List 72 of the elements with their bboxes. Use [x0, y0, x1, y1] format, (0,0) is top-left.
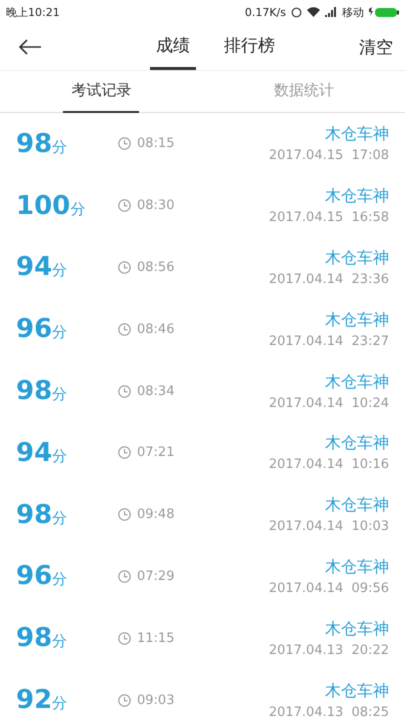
user-name: 木仓车神 [325, 433, 389, 454]
score-value: 98 [16, 623, 52, 654]
clock-icon [118, 199, 131, 212]
score-value: 98 [16, 128, 52, 159]
score-value: 94 [16, 438, 52, 468]
score-unit: 分 [52, 694, 68, 714]
clock-icon [118, 694, 131, 707]
status-time: 晚上10:21 [6, 4, 60, 20]
clock-icon [118, 322, 131, 336]
wifi-icon [307, 7, 320, 17]
clock-icon [118, 260, 131, 274]
duration-text: 09:48 [137, 507, 174, 522]
header-tab[interactable]: 排行榜 [218, 24, 281, 70]
user-name: 木仓车神 [325, 372, 389, 393]
score-value: 100 [16, 190, 70, 221]
network-speed: 0.17K/s [244, 6, 286, 18]
duration-text: 11:15 [137, 630, 174, 646]
clock-icon [118, 570, 131, 583]
record-date: 2017.04.14 10:24 [268, 396, 389, 411]
score-unit: 分 [52, 138, 68, 157]
header-tab[interactable]: 成绩 [150, 24, 196, 70]
user-name: 木仓车神 [325, 556, 389, 578]
score-unit: 分 [52, 570, 68, 590]
record-date: 2017.04.13 20:22 [268, 642, 389, 658]
user-name: 木仓车神 [325, 186, 389, 208]
score-unit: 分 [52, 323, 68, 342]
score-value: 96 [16, 561, 52, 592]
score-value: 96 [16, 314, 52, 344]
duration-text: 08:46 [137, 322, 174, 337]
record-date: 2017.04.14 10:03 [268, 519, 389, 534]
user-name: 木仓车神 [325, 248, 389, 269]
score-unit: 分 [52, 446, 68, 466]
score-value: 92 [16, 685, 52, 716]
back-icon[interactable] [18, 39, 42, 55]
clear-button[interactable]: 清空 [359, 36, 393, 58]
clock-icon [118, 632, 131, 645]
carrier-name: 移动 [342, 4, 364, 20]
duration-text: 07:29 [137, 568, 174, 584]
record-date: 2017.04.15 16:58 [268, 210, 389, 226]
record-date: 2017.04.15 17:08 [268, 148, 389, 164]
duration-text: 07:21 [137, 445, 174, 460]
duration-text: 08:56 [137, 260, 174, 275]
score-unit: 分 [70, 200, 86, 219]
clock-icon [118, 446, 131, 460]
user-name: 木仓车神 [325, 680, 389, 702]
score-unit: 分 [52, 261, 68, 280]
user-name: 木仓车神 [325, 495, 389, 516]
user-name: 木仓车神 [325, 310, 389, 331]
duration-text: 08:30 [137, 198, 174, 214]
duration-text: 08:15 [137, 136, 174, 152]
score-unit: 分 [52, 632, 68, 652]
sub-tab[interactable]: 考试记录 [63, 70, 140, 113]
record-date: 2017.04.14 23:27 [268, 334, 389, 349]
clock-icon [118, 137, 131, 150]
user-name: 木仓车神 [325, 124, 389, 146]
record-date: 2017.04.14 09:56 [268, 580, 389, 596]
battery-icon [369, 6, 399, 18]
record-date: 2017.04.14 23:36 [268, 272, 389, 287]
duration-text: 08:34 [137, 384, 174, 399]
signal-icon [325, 7, 337, 17]
score-unit: 分 [52, 508, 68, 528]
record-date: 2017.04.13 08:25 [268, 704, 389, 720]
clock-icon [118, 508, 131, 522]
clock-icon [118, 384, 131, 398]
score-value: 94 [16, 252, 52, 282]
score-value: 98 [16, 376, 52, 406]
score-value: 98 [16, 500, 52, 530]
sync-icon [291, 6, 302, 18]
user-name: 木仓车神 [325, 618, 389, 640]
score-unit: 分 [52, 385, 68, 404]
duration-text: 09:03 [137, 692, 174, 708]
record-date: 2017.04.14 10:16 [268, 457, 389, 472]
